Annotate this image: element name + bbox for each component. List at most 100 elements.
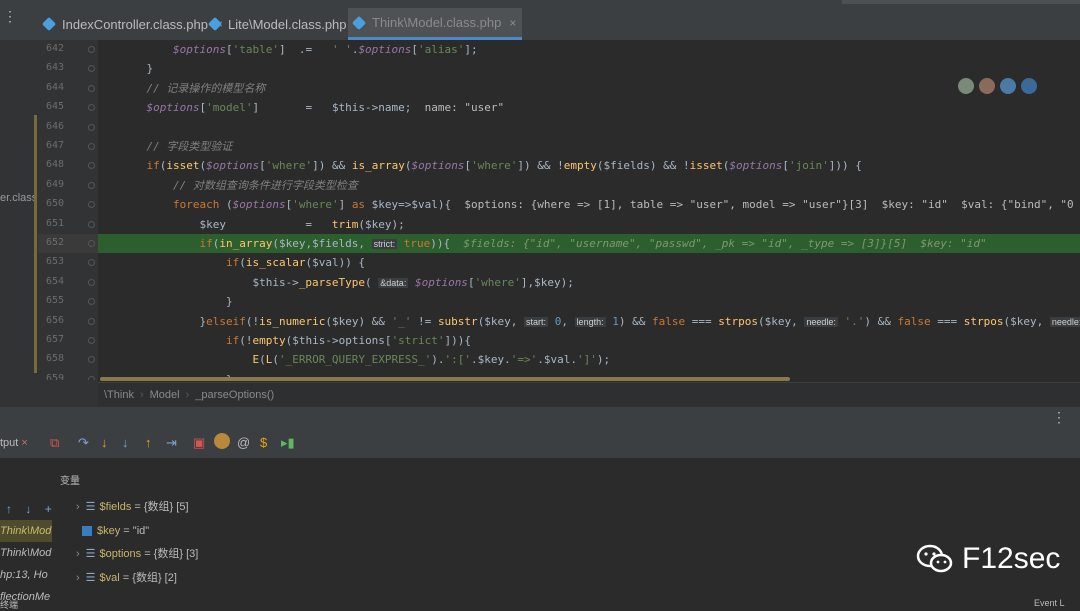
tab-index-controller[interactable]: IndexController.class.php × <box>41 8 223 40</box>
output-tab[interactable]: tput × <box>0 437 28 449</box>
force-step-into-icon[interactable]: ↓ <box>122 435 129 450</box>
line-number[interactable]: 651 <box>38 218 64 229</box>
fold-marker-icon[interactable] <box>88 201 95 209</box>
more-options-icon[interactable]: ⋮ <box>1052 409 1066 426</box>
line-number[interactable]: 650 <box>38 198 64 209</box>
code-line[interactable]: $key = trim($key); <box>98 215 404 234</box>
horizontal-scrollbar[interactable] <box>100 377 790 381</box>
close-icon[interactable]: × <box>509 16 516 30</box>
line-number[interactable]: 653 <box>38 256 64 267</box>
line-number[interactable]: 642 <box>38 43 64 54</box>
fold-marker-icon[interactable] <box>88 220 95 228</box>
step-into-icon[interactable]: ↓ <box>101 435 108 450</box>
tab-lite-model[interactable]: Lite\Model.class.php × <box>207 8 362 40</box>
step-over-icon[interactable]: ↷ <box>78 435 89 451</box>
variable-row[interactable]: › ☰ $options = {数组} [3] <box>76 545 198 563</box>
code-line[interactable]: if(is_scalar($val)) { <box>98 253 365 272</box>
line-number[interactable]: 644 <box>38 82 64 93</box>
ie-icon[interactable] <box>1000 78 1016 94</box>
fold-marker-icon[interactable] <box>88 181 95 189</box>
line-number[interactable]: 645 <box>38 101 64 112</box>
run-to-cursor-icon[interactable]: ⇥ <box>166 435 177 451</box>
step-out-icon[interactable]: ↑ <box>145 435 152 450</box>
menu-icon[interactable]: ⋮ <box>3 8 17 25</box>
fold-marker-icon[interactable] <box>88 259 95 267</box>
code-token: $options <box>232 198 286 212</box>
expand-arrow-icon[interactable]: › <box>76 548 80 560</box>
code-line[interactable]: // 字段类型验证 <box>98 137 233 156</box>
project-file-label[interactable]: er.class <box>0 192 37 204</box>
variable-row[interactable]: $key = "id" <box>76 522 149 540</box>
line-number[interactable]: 649 <box>38 179 64 190</box>
firefox-icon[interactable] <box>979 78 995 94</box>
line-number[interactable]: 646 <box>38 121 64 132</box>
fold-marker-icon[interactable] <box>88 46 95 53</box>
code-line[interactable]: foreach ($options['where'] as $key=>$val… <box>98 195 1080 214</box>
dollar-icon[interactable]: $ <box>260 435 267 450</box>
breadcrumb-method[interactable]: _parseOptions() <box>195 389 274 401</box>
fold-marker-icon[interactable] <box>88 104 95 112</box>
fold-marker-icon[interactable] <box>88 143 95 150</box>
fold-marker-icon[interactable] <box>88 317 95 325</box>
up-arrow-icon[interactable]: ↑ <box>6 502 12 516</box>
fold-marker-icon[interactable] <box>88 65 95 73</box>
event-log-button[interactable]: Event L <box>1034 598 1065 608</box>
line-number[interactable]: 655 <box>38 295 64 306</box>
code-line[interactable]: } <box>98 59 153 78</box>
code-line[interactable]: E(L('_ERROR_QUERY_EXPRESS_').':['.$key.'… <box>98 350 610 369</box>
down-arrow-icon[interactable]: ↓ <box>25 502 31 516</box>
code-editor[interactable]: $options['table'] .= ' '.$options['alias… <box>98 40 1080 380</box>
line-number[interactable]: 658 <box>38 353 64 364</box>
fold-marker-icon[interactable] <box>88 123 95 131</box>
expand-arrow-icon[interactable]: › <box>76 572 80 584</box>
fold-marker-icon[interactable] <box>88 240 95 247</box>
code-token: false <box>651 314 686 328</box>
code-line[interactable]: if(isset($options['where']) && is_array(… <box>98 156 861 175</box>
variable-row[interactable]: › ☰ $fields = {数组} [5] <box>76 498 189 516</box>
stack-frame[interactable]: Think\Mod <box>0 520 52 542</box>
code-line[interactable]: }elseif(!is_numeric($key) && '_' != subs… <box>98 312 1080 331</box>
fold-marker-icon[interactable] <box>88 356 95 364</box>
line-number[interactable]: 643 <box>38 62 64 73</box>
fold-marker-icon[interactable] <box>88 298 95 306</box>
code-line[interactable]: // 记录操作的模型名称 <box>98 79 266 98</box>
fold-marker-icon[interactable] <box>88 337 95 344</box>
line-number[interactable]: 652 <box>38 237 64 248</box>
code-line[interactable] <box>98 118 120 137</box>
stop-icon[interactable]: ⧉ <box>50 435 59 451</box>
chrome-icon[interactable] <box>958 78 974 94</box>
evaluate-icon[interactable] <box>214 433 230 449</box>
change-marker-bar <box>34 115 37 373</box>
fold-marker-icon[interactable] <box>88 84 95 92</box>
watch-icon[interactable]: @ <box>237 435 250 450</box>
tab-think-model[interactable]: Think\Model.class.php × <box>348 8 523 40</box>
line-number[interactable]: 657 <box>38 334 64 345</box>
fold-marker-icon[interactable] <box>88 162 95 170</box>
fold-marker-icon[interactable] <box>88 278 95 286</box>
stack-frame[interactable]: Think\Mod <box>0 542 52 564</box>
stack-frame[interactable]: hp:13, Ho <box>0 564 52 586</box>
code-line[interactable]: $options['table'] .= ' '.$options['alias… <box>98 40 478 59</box>
breadcrumb-namespace[interactable]: \Think <box>104 389 134 401</box>
line-number[interactable]: 647 <box>38 140 64 151</box>
resume-icon[interactable]: ▸▮ <box>281 435 295 451</box>
line-number[interactable]: 656 <box>38 315 64 326</box>
edge-icon[interactable] <box>1021 78 1037 94</box>
line-number[interactable]: 648 <box>38 159 64 170</box>
code-line[interactable]: $this->_parseType( &data: $options['wher… <box>98 273 573 292</box>
close-icon[interactable]: × <box>21 437 27 449</box>
code-line[interactable]: } <box>98 292 233 311</box>
tab-label: Think\Model.class.php <box>372 15 502 30</box>
add-icon[interactable]: + <box>45 502 52 516</box>
terminal-tab[interactable]: 终端 <box>0 598 18 611</box>
code-line[interactable]: $options['model'] = $this->name; name: "… <box>98 98 505 117</box>
code-line[interactable]: if(!empty($this->options['strict'])){ <box>98 331 471 350</box>
breadcrumb-class[interactable]: Model <box>150 389 180 401</box>
code-token: $options: {where => [1], table => "user"… <box>464 198 1074 212</box>
expand-arrow-icon[interactable]: › <box>76 501 80 513</box>
variable-row[interactable]: › ☰ $val = {数组} [2] <box>76 569 177 587</box>
console-icon[interactable]: ▣ <box>193 435 205 451</box>
code-line[interactable]: // 对数组查询条件进行字段类型检查 <box>98 176 358 195</box>
code-line-current[interactable]: if(in_array($key,$fields, strict: true))… <box>98 234 1080 253</box>
line-number[interactable]: 654 <box>38 276 64 287</box>
